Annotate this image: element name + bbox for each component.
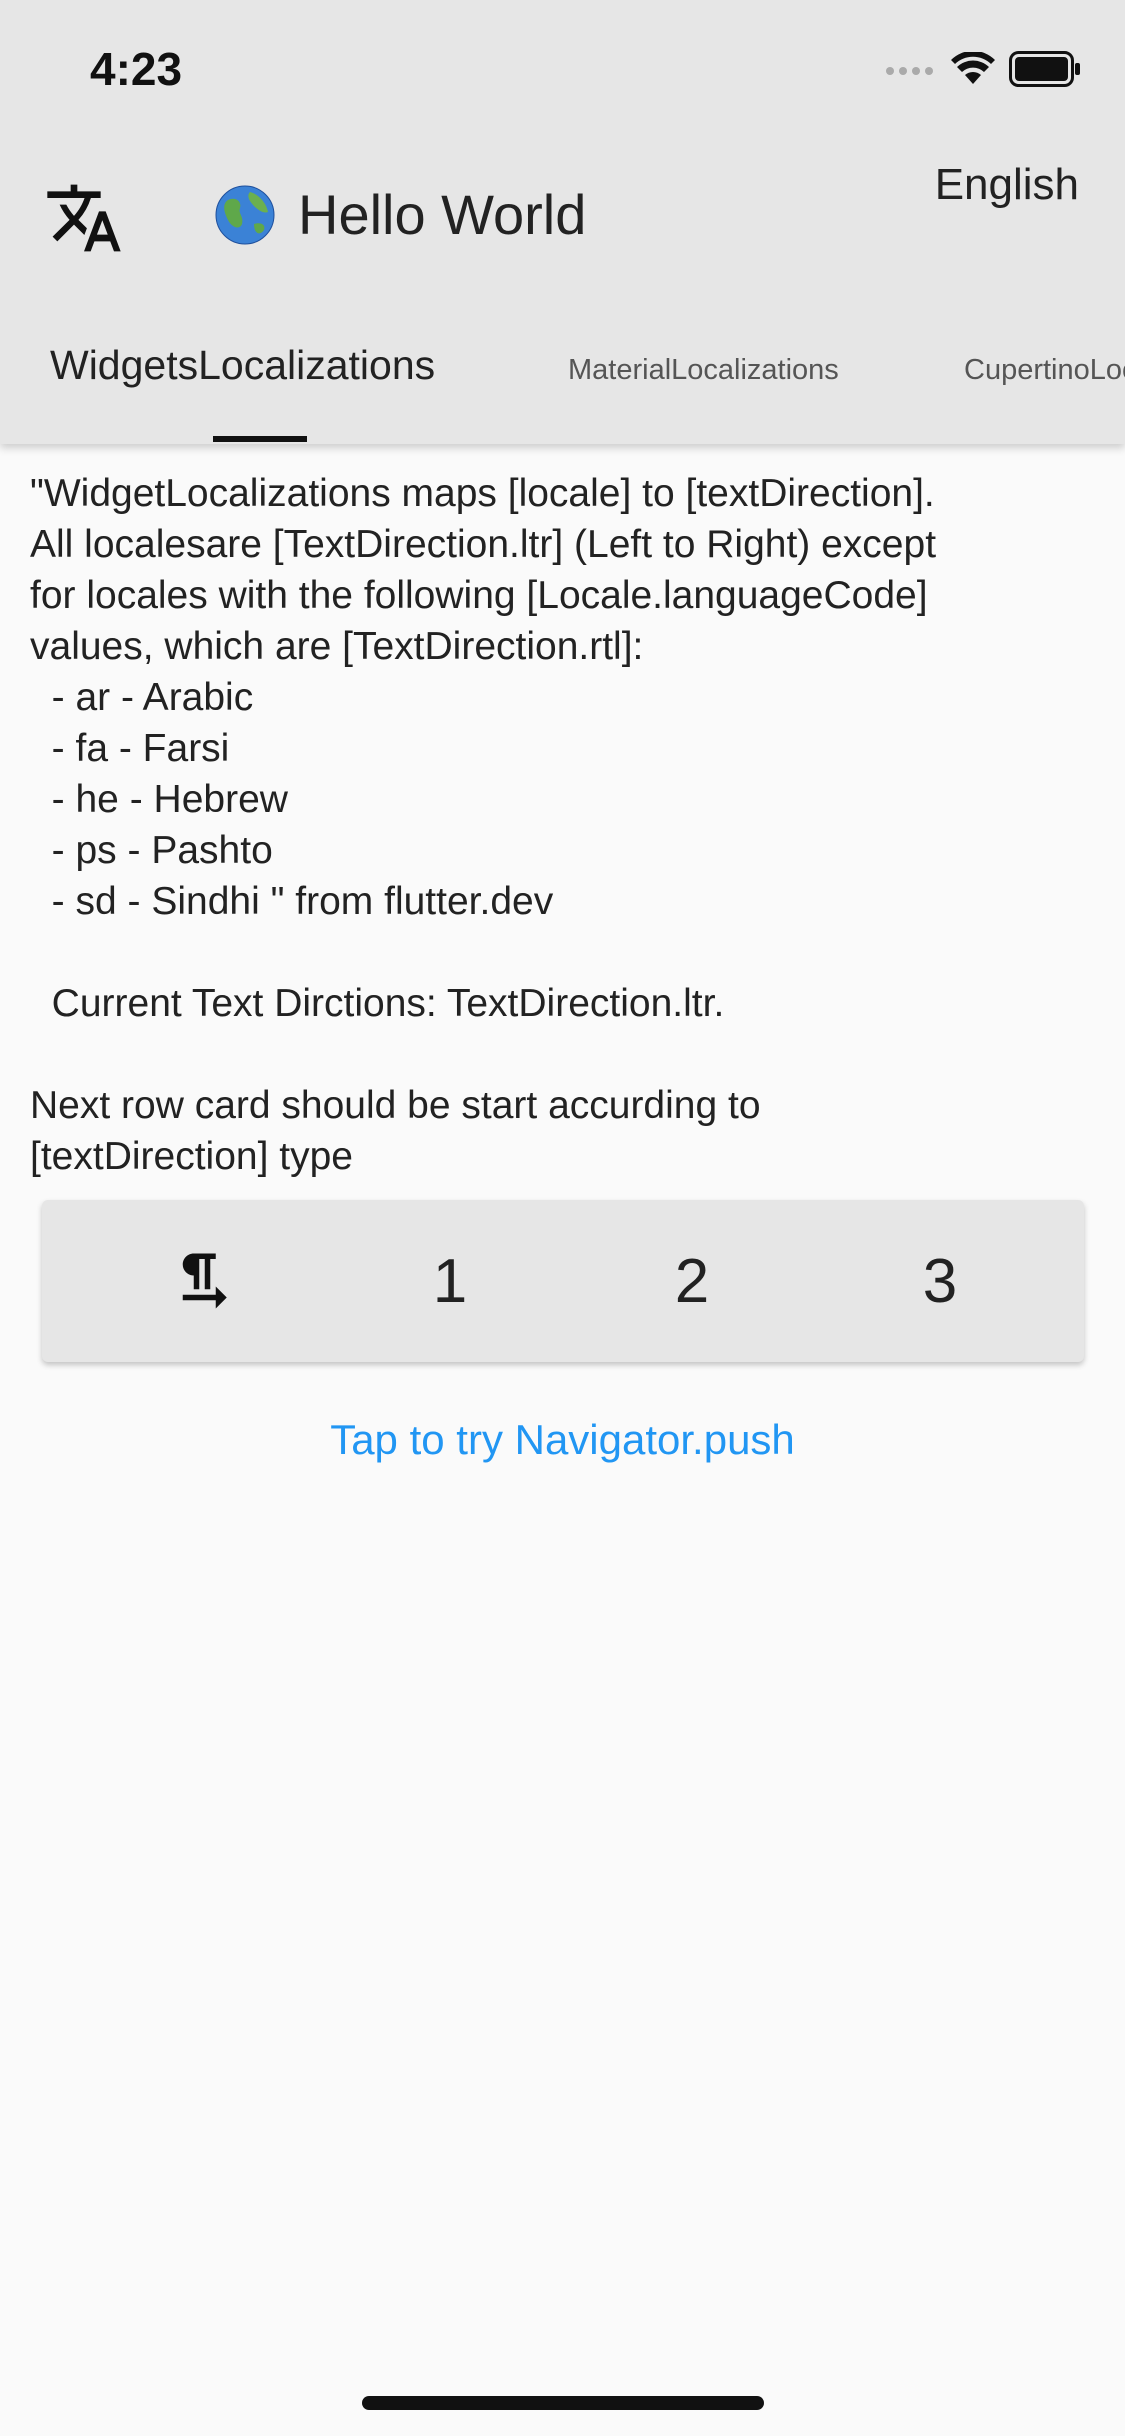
status-icons [885,50,1081,88]
direction-row-card: 1 2 3 [42,1200,1084,1362]
card-item-1: 1 [432,1246,468,1316]
tab-cupertino-localizations[interactable]: CupertinoLocalizations [964,330,1125,444]
card-item-2: 2 [674,1246,710,1316]
status-time: 4:23 [90,43,183,95]
tab-indicator [213,436,307,442]
tab-material-localizations[interactable]: MaterialLocalizations [568,330,839,444]
globe-icon [215,185,275,244]
app-title: Hello World [214,182,586,247]
tab-widgets-localizations[interactable]: WidgetsLocalizations [50,330,435,444]
wifi-icon [951,52,995,84]
navigator-push-link[interactable]: Tap to try Navigator.push [0,1416,1125,1464]
translate-button[interactable] [44,178,124,258]
tab-bar: WidgetsLocalizations MaterialLocalizatio… [0,330,1125,444]
app-title-text: Hello World [298,183,587,246]
current-direction-text: Current Text Dirctions: TextDirection.lt… [30,982,725,1025]
format-textdirection-l-to-r-icon [182,1253,227,1309]
card-item-3: 3 [922,1246,958,1316]
next-row-note: Next row card should be start accurding … [30,1084,761,1178]
translate-icon [47,184,121,252]
app-bar: 4:23 Hello World English WidgetsLocaliza… [0,0,1125,444]
battery-icon [1009,51,1080,87]
description-text: "WidgetLocalizations maps [locale] to [t… [30,472,937,923]
language-button[interactable]: English [935,160,1079,210]
tab-content: "WidgetLocalizations maps [locale] to [t… [30,468,1110,1182]
signal-icon [886,67,933,75]
text-direction-item [162,1200,242,1362]
home-indicator[interactable] [362,2396,764,2410]
